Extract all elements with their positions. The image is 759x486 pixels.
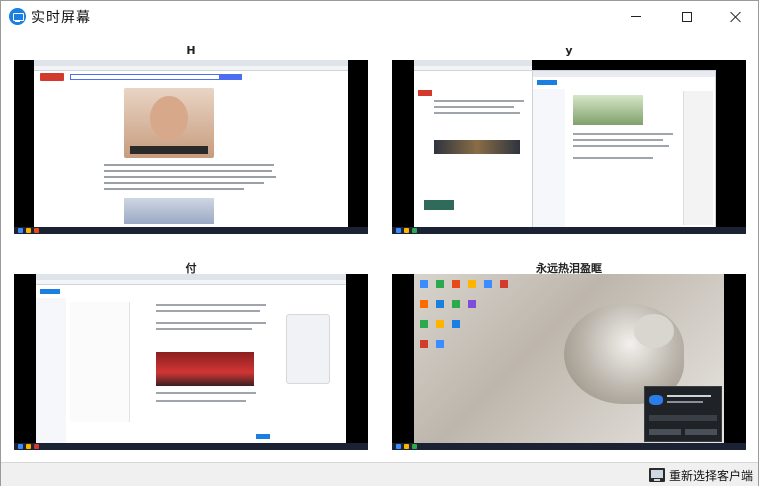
window-title: 实时屏幕	[31, 10, 91, 26]
close-icon	[729, 11, 741, 23]
desktop-wallpaper	[414, 274, 724, 444]
client-tile[interactable]: 付	[14, 260, 368, 450]
reselect-client-label: 重新选择客户端	[669, 468, 754, 483]
notification-popup	[644, 386, 722, 442]
browser-window	[414, 60, 532, 228]
minimize-button[interactable]	[613, 1, 659, 32]
search-box	[70, 74, 220, 80]
editor-window	[36, 274, 346, 444]
status-bar: 重新选择客户端	[1, 462, 758, 486]
search-logo	[40, 73, 64, 81]
close-button[interactable]	[712, 1, 758, 32]
client-screen[interactable]	[14, 274, 368, 450]
minimize-icon	[631, 16, 641, 17]
title-bar[interactable]: 实时屏幕	[1, 1, 758, 32]
realtime-screen-window: 实时屏幕 H y 付 永远热泪盈眶 重新选择客户端	[0, 0, 759, 486]
client-tile[interactable]: 永远热泪盈眶	[392, 260, 746, 450]
monitor-icon	[649, 468, 665, 482]
client-tile[interactable]: y	[392, 44, 746, 234]
app-icon	[9, 8, 26, 25]
client-screen[interactable]	[14, 60, 368, 234]
browser-window	[34, 60, 348, 234]
client-name: y	[565, 44, 573, 57]
editor-window	[532, 70, 716, 229]
client-screen[interactable]	[392, 60, 746, 234]
client-screen[interactable]	[392, 274, 746, 450]
client-tile[interactable]: H	[14, 44, 368, 234]
reselect-client-button[interactable]: 重新选择客户端	[649, 466, 753, 484]
maximize-button[interactable]	[664, 1, 710, 32]
maximize-icon	[682, 11, 692, 22]
client-name: H	[186, 44, 196, 57]
